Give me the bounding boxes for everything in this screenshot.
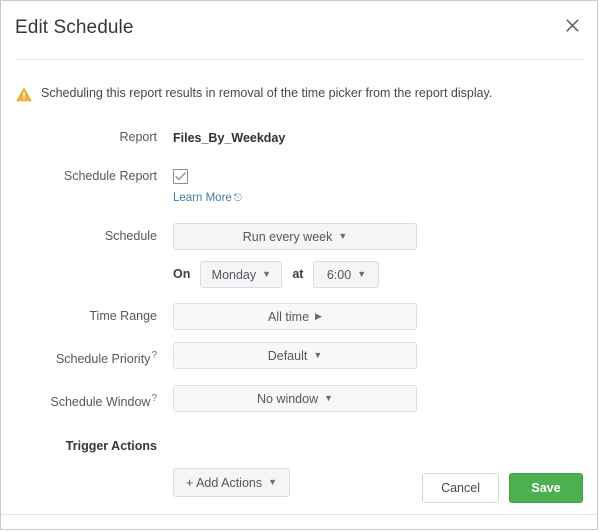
dialog-title: Edit Schedule [15, 17, 134, 38]
schedule-window-dropdown[interactable]: No window ▼ [173, 385, 417, 413]
time-range-value: All time [268, 309, 310, 324]
schedule-day-dropdown[interactable]: Monday ▼ [200, 261, 283, 288]
at-label: at [292, 267, 304, 281]
row-time-range: Time Range All time ▶ [1, 303, 597, 330]
schedule-form: Report Files_By_Weekday Schedule Report … [1, 129, 597, 498]
on-label: On [173, 267, 191, 281]
schedule-report-checkbox[interactable] [173, 169, 188, 184]
chevron-down-icon: ▼ [262, 269, 272, 279]
close-icon[interactable] [561, 14, 583, 36]
schedule-report-label: Schedule Report [63, 169, 157, 183]
question-mark-icon[interactable]: ? [151, 350, 157, 361]
footer-divider [1, 514, 597, 515]
row-schedule-priority: Schedule Priority? Default ▼ [1, 342, 597, 373]
warning-banner: Scheduling this report results in remova… [15, 85, 492, 103]
checkmark-icon [175, 172, 186, 181]
time-range-dropdown[interactable]: All time ▶ [173, 303, 417, 330]
report-value: Files_By_Weekday [173, 131, 286, 145]
schedule-frequency-dropdown[interactable]: Run every week ▼ [173, 223, 417, 250]
chevron-down-icon: ▼ [313, 350, 323, 360]
dialog-header: Edit Schedule [1, 1, 597, 60]
row-schedule-window: Schedule Window? No window ▼ [1, 385, 597, 416]
schedule-priority-dropdown[interactable]: Default ▼ [173, 342, 417, 369]
warning-text: Scheduling this report results in remova… [41, 86, 493, 100]
caret-right-icon: ▶ [315, 311, 322, 321]
schedule-time-dropdown[interactable]: 6:00 ▼ [313, 261, 380, 288]
footer-actions: Cancel Save [422, 473, 583, 503]
chevron-down-icon: ▼ [357, 269, 367, 279]
schedule-priority-label: Schedule Priority? [55, 350, 157, 367]
schedule-day-value: Monday [211, 267, 257, 282]
report-label: Report [119, 130, 157, 144]
chevron-down-icon: ▼ [324, 393, 334, 404]
row-trigger-actions: Trigger Actions [1, 438, 597, 454]
trigger-actions-label: Trigger Actions [65, 439, 157, 454]
warning-triangle-icon [15, 86, 33, 103]
schedule-time-value: 6:00 [326, 267, 352, 282]
row-schedule-report: Schedule Report Learn More ⎋ [1, 169, 597, 206]
row-report: Report Files_By_Weekday [1, 129, 597, 147]
edit-schedule-dialog: Edit Schedule Scheduling this report res… [0, 0, 598, 530]
chevron-down-icon: ▼ [268, 477, 278, 488]
learn-more-link[interactable]: Learn More ⎋ [173, 192, 242, 204]
schedule-window-value: No window [256, 391, 319, 406]
external-link-icon: ⎋ [233, 193, 242, 204]
chevron-down-icon: ▼ [338, 231, 348, 241]
schedule-frequency-value: Run every week [242, 229, 333, 244]
learn-more-label: Learn More [173, 192, 232, 204]
question-mark-icon[interactable]: ? [151, 393, 157, 404]
time-range-label: Time Range [89, 309, 157, 323]
cancel-button[interactable]: Cancel [422, 473, 499, 503]
header-divider [15, 59, 583, 60]
add-actions-button[interactable]: + Add Actions ▼ [173, 468, 291, 498]
schedule-window-label: Schedule Window? [50, 393, 157, 410]
save-button[interactable]: Save [509, 473, 583, 503]
schedule-label: Schedule [104, 229, 157, 243]
row-schedule-day-time: On Monday ▼ at 6:00 ▼ [1, 261, 597, 288]
schedule-priority-value: Default [267, 348, 308, 363]
add-actions-label: + Add Actions [186, 475, 263, 490]
row-schedule: Schedule Run every week ▼ [1, 223, 597, 250]
